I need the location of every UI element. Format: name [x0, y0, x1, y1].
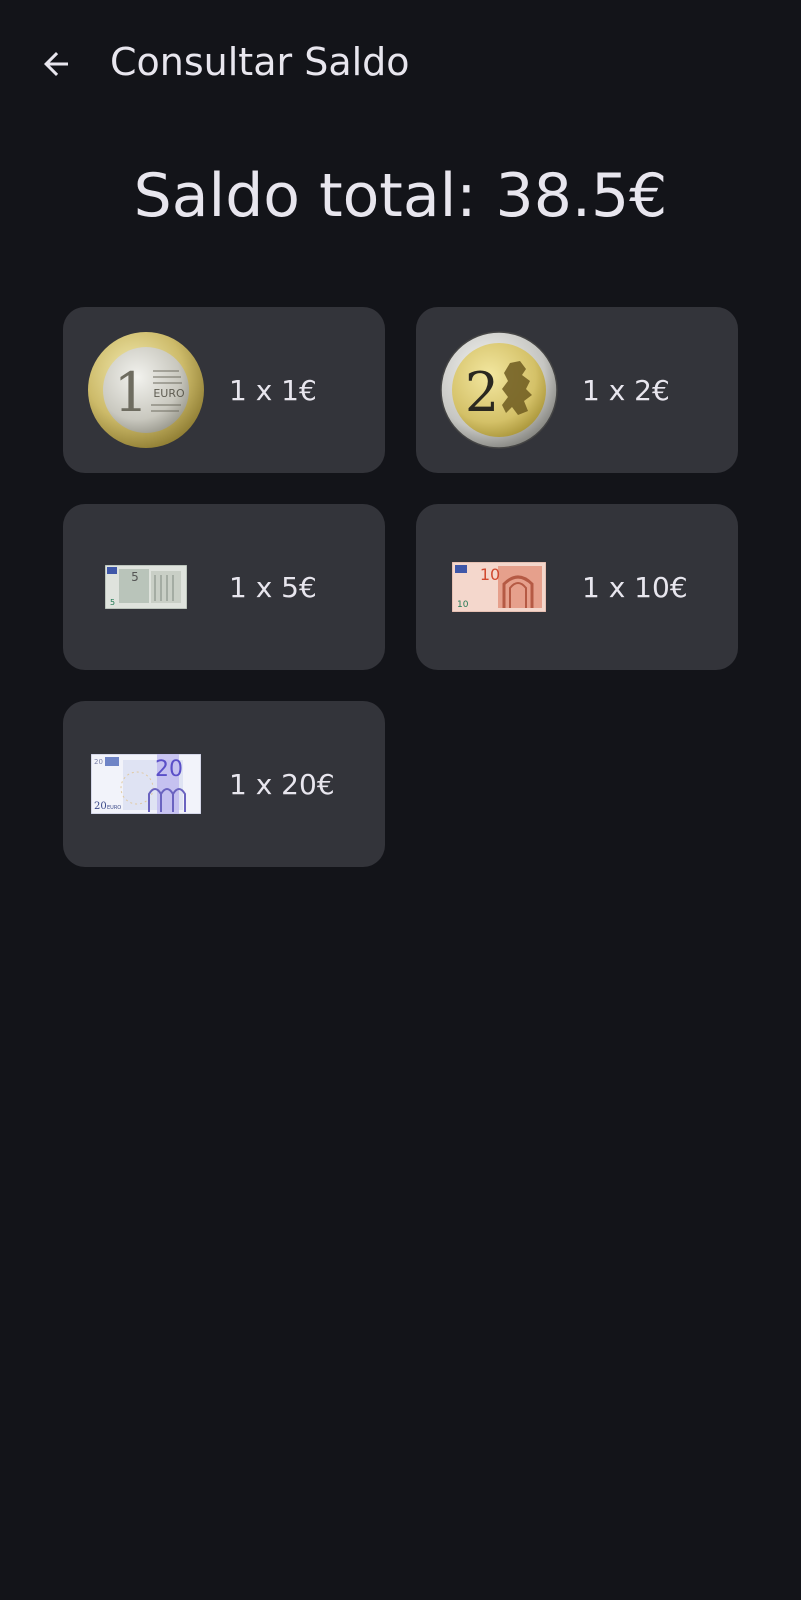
svg-text:EURO: EURO	[153, 387, 185, 400]
money-card-1-euro[interactable]: 1 EURO 1 x 1€	[63, 307, 385, 473]
svg-text:20: 20	[94, 801, 107, 812]
item-quantity-label: 1 x 2€	[582, 373, 670, 407]
svg-text:2: 2	[465, 361, 499, 424]
item-quantity-label: 1 x 20€	[229, 767, 335, 801]
item-quantity-label: 1 x 5€	[229, 570, 317, 604]
money-card-2-euro[interactable]: 2 1 x 2€	[416, 307, 738, 473]
back-button[interactable]	[30, 38, 82, 90]
money-card-5-euro[interactable]: 5 5 1 x 5€	[63, 504, 385, 670]
one-euro-coin-image: 1 EURO	[87, 331, 205, 449]
page-title: Consultar Saldo	[110, 40, 410, 84]
svg-text:20: 20	[94, 758, 103, 766]
two-euro-coin-image: 2	[440, 331, 558, 449]
ten-euro-note-image: 10 10	[440, 528, 558, 646]
money-card-10-euro[interactable]: 10 10 1 x 10€	[416, 504, 738, 670]
svg-text:10: 10	[457, 600, 469, 610]
svg-text:5: 5	[131, 570, 139, 584]
app-bar: Consultar Saldo	[0, 0, 801, 124]
arrow-left-icon	[44, 52, 68, 76]
total-balance: Saldo total: 38.5€	[133, 161, 668, 231]
svg-text:10: 10	[480, 565, 500, 584]
item-quantity-label: 1 x 10€	[582, 570, 688, 604]
svg-text:1: 1	[114, 361, 148, 424]
svg-text:20: 20	[155, 757, 183, 782]
svg-text:EURO: EURO	[107, 805, 121, 811]
twenty-euro-note-image: 20 20 20 EURO	[87, 725, 205, 843]
svg-text:5: 5	[110, 598, 115, 607]
item-quantity-label: 1 x 1€	[229, 373, 317, 407]
five-euro-note-image: 5 5	[87, 528, 205, 646]
money-card-20-euro[interactable]: 20 20 20 EURO 1 x 20€	[63, 701, 385, 867]
